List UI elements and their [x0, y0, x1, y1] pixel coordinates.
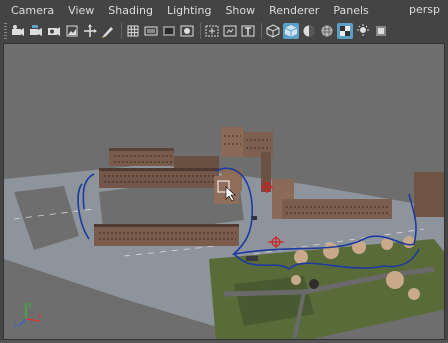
camera-attributes-icon[interactable]	[28, 23, 44, 39]
safe-title-icon[interactable]	[240, 23, 256, 39]
select-camera-icon[interactable]	[10, 23, 26, 39]
use-lights-icon[interactable]	[337, 23, 353, 39]
textured-icon[interactable]	[319, 23, 335, 39]
resolution-gate-icon[interactable]	[161, 23, 177, 39]
menu-renderer[interactable]: Renderer	[269, 4, 319, 17]
default-lighting-icon[interactable]	[301, 23, 317, 39]
menu-lighting[interactable]: Lighting	[167, 4, 211, 17]
axis-label-x: x	[38, 313, 42, 320]
menu-panels[interactable]: Panels	[333, 4, 368, 17]
panel-menubar: Camera View Shading Lighting Show Render…	[0, 0, 448, 20]
gate-mask-icon[interactable]	[179, 23, 195, 39]
axis-label-y: y	[28, 301, 32, 308]
toolbar-separator	[261, 23, 262, 39]
grease-pencil-icon[interactable]	[100, 23, 116, 39]
park-object	[309, 279, 319, 289]
menu-camera[interactable]: Camera	[11, 4, 54, 17]
toolbar-separator	[200, 23, 201, 39]
view-axis-indicator: x y z	[14, 301, 42, 329]
isolate-select-icon[interactable]	[373, 23, 389, 39]
toolbar-separator	[121, 23, 122, 39]
panel-toolbar	[0, 20, 448, 42]
3d-viewport[interactable]: x y z	[3, 43, 445, 340]
menu-shading[interactable]: Shading	[108, 4, 153, 17]
menu-view[interactable]: View	[68, 4, 94, 17]
maya-viewport-panel: Camera View Shading Lighting Show Render…	[0, 0, 448, 343]
safe-action-icon[interactable]	[222, 23, 238, 39]
menu-show[interactable]: Show	[225, 4, 255, 17]
smooth-shade-icon[interactable]	[283, 23, 299, 39]
camera-name-label: persp	[409, 3, 440, 16]
film-gate-icon[interactable]	[143, 23, 159, 39]
car	[246, 256, 258, 261]
wireframe-icon[interactable]	[265, 23, 281, 39]
axis-label-z: z	[14, 322, 17, 329]
toolbar-drag-handle[interactable]	[4, 23, 7, 39]
grid-icon[interactable]	[125, 23, 141, 39]
buildings-back	[109, 127, 273, 168]
field-chart-icon[interactable]	[204, 23, 220, 39]
shadows-icon[interactable]	[355, 23, 371, 39]
bookmark-icon[interactable]	[46, 23, 62, 39]
city-scene[interactable]	[4, 44, 445, 340]
image-plane-icon[interactable]	[64, 23, 80, 39]
two-d-pan-icon[interactable]	[82, 23, 98, 39]
